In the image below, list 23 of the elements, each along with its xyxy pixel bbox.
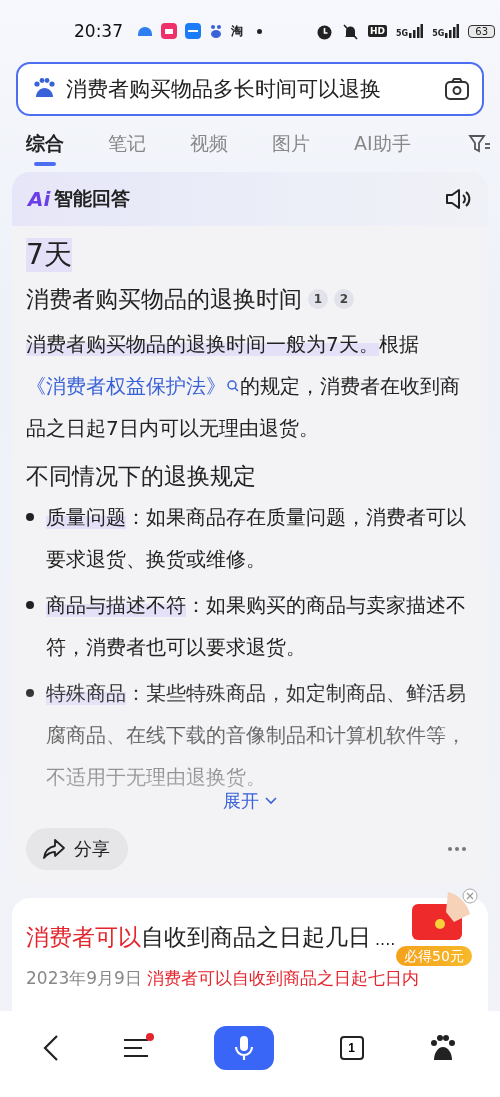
answer-heading: 消费者购买物品的退换时间 <box>26 284 302 314</box>
signal-indicator: 5G <box>396 24 424 38</box>
app-icon: 淘 <box>231 22 243 40</box>
ai-logo: Ai <box>28 187 51 211</box>
status-time: 20:37 <box>74 21 123 41</box>
answer-headline: 7天 <box>26 238 72 272</box>
search-field[interactable]: 消费者购买物品多长时间可以退换 <box>16 62 484 116</box>
battery-indicator: 63 <box>468 24 496 38</box>
bullet-text: 质量问题：如果商品存在质量问题，消费者可以要求退货、换货或维修。 <box>46 503 467 573</box>
tab[interactable]: 综合 <box>26 124 64 164</box>
result-snippet: 2023年9月9日 消费者可以自收到商品之日起七日内 <box>26 966 421 990</box>
section-heading: 不同情况下的退换规定 <box>26 461 257 491</box>
bullet-text: 商品与描述不符：如果购买的商品与卖家描述不符，消费者也可以要求退货。 <box>46 591 467 661</box>
citation-badge[interactable]: 2 <box>334 289 354 310</box>
share-button[interactable]: 分享 <box>26 827 128 870</box>
search-input[interactable]: 消费者购买物品多长时间可以退换 <box>66 77 434 101</box>
tabs-button[interactable]: 1 <box>339 1036 364 1060</box>
signal-indicator: 5G <box>432 24 460 38</box>
answer-paragraph: 消费者购买物品的退换时间一般为7天。根据 《消费者权益保护法》 的规定，消费者在收到商品之日起7日内可以无理由退货。 <box>26 330 461 442</box>
law-link[interactable]: 《消费者权益保护法》 <box>26 373 240 398</box>
citation-badge[interactable]: 1 <box>308 289 328 310</box>
answer-title: 智能回答 <box>54 186 131 211</box>
hd-indicator: HD <box>368 25 387 37</box>
